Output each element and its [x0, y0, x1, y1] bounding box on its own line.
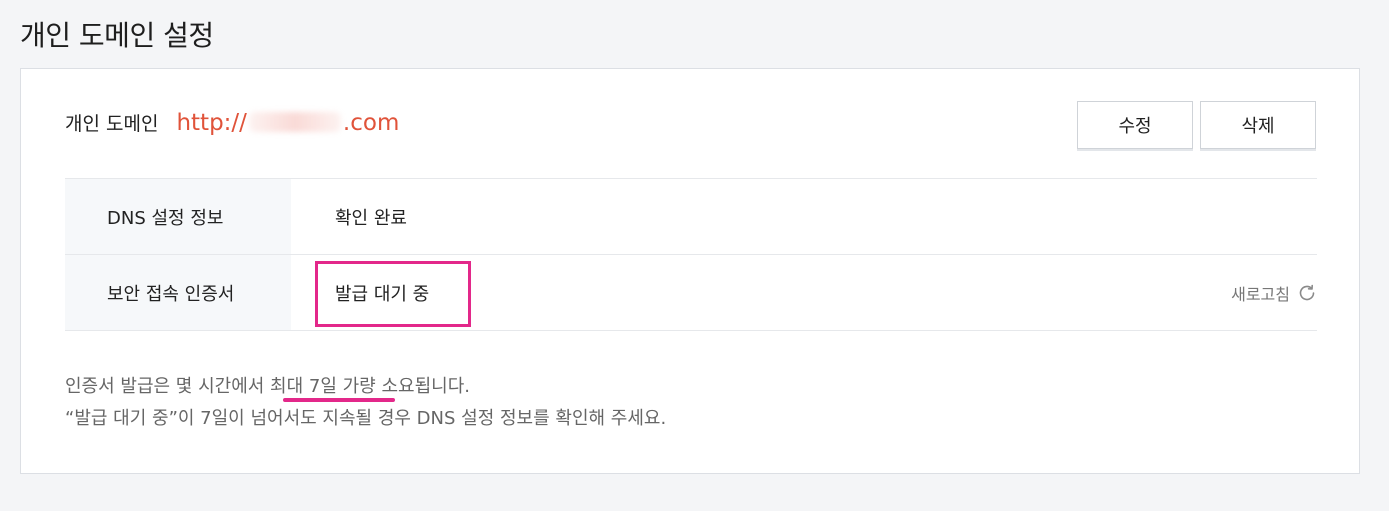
refresh-icon — [1299, 284, 1315, 300]
certificate-status: 발급 대기 중 — [335, 283, 430, 305]
note-line-1: 인증서 발급은 몇 시간에서 최대 7일 가량 소요됩니다. — [65, 371, 666, 403]
edit-button[interactable]: 수정 — [1077, 101, 1193, 149]
domain-label: 개인 도메인 — [65, 113, 159, 135]
refresh-label: 새로고침 — [1231, 284, 1290, 304]
domain-info-table: DNS 설정 정보 확인 완료 보안 접속 인증서 발급 대기 중 새로고침 — [65, 178, 1317, 331]
certificate-label: 보안 접속 인증서 — [65, 254, 291, 331]
note-line-1-text: 인증서 발급은 몇 시간에서 최대 7일 가량 소요됩니다. — [65, 376, 470, 397]
domain-url-prefix: http:// — [176, 110, 247, 136]
masked-domain — [248, 112, 341, 132]
domain-settings-card: 개인 도메인 http:// .com 수정 삭제 DNS 설정 정보 확인 완료… — [20, 68, 1360, 474]
table-row-certificate: 보안 접속 인증서 발급 대기 중 새로고침 — [65, 254, 1317, 331]
page-title: 개인 도메인 설정 — [20, 19, 214, 52]
domain-row: 개인 도메인 http:// .com — [65, 109, 399, 136]
dns-value-cell: 확인 완료 — [291, 179, 1317, 255]
underline-highlight — [283, 398, 395, 402]
certificate-notes: 인증서 발급은 몇 시간에서 최대 7일 가량 소요됩니다. “발급 대기 중”… — [65, 371, 666, 435]
domain-url-suffix: .com — [342, 110, 400, 136]
dns-label: DNS 설정 정보 — [65, 178, 291, 255]
note-line-2: “발급 대기 중”이 7일이 넘어서도 지속될 경우 DNS 설정 정보를 확인… — [65, 408, 667, 429]
domain-url[interactable]: http:// .com — [176, 110, 399, 136]
table-row-dns: DNS 설정 정보 확인 완료 — [65, 178, 1317, 255]
refresh-button[interactable]: 새로고침 — [1231, 281, 1317, 305]
delete-button[interactable]: 삭제 — [1200, 101, 1316, 149]
certificate-value-cell: 발급 대기 중 새로고침 — [291, 255, 1317, 331]
dns-status: 확인 완료 — [335, 207, 407, 229]
